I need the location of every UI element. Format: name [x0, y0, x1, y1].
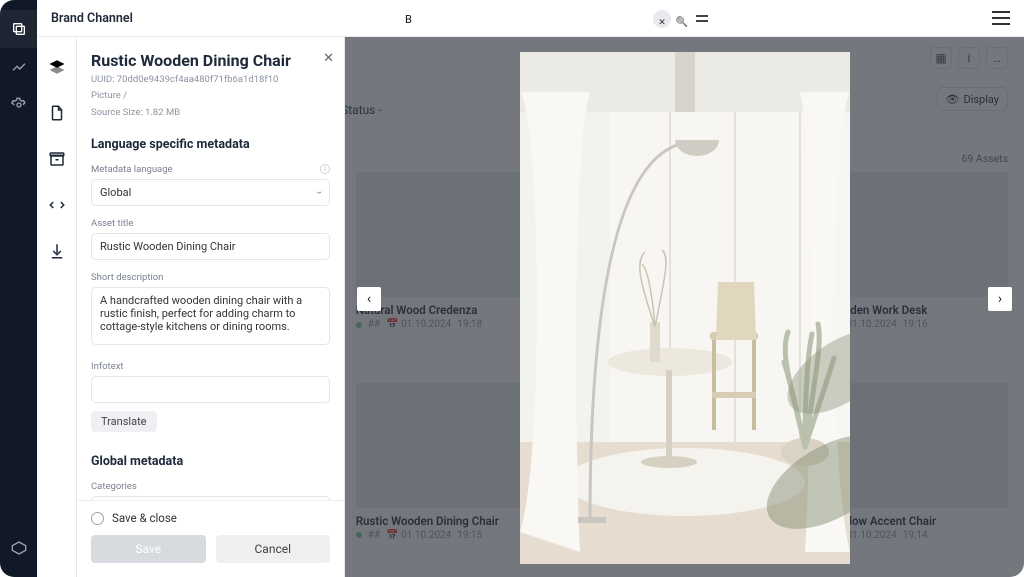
save-and-close-label: Save & close [112, 511, 177, 525]
tool-layers-icon[interactable] [37, 47, 77, 87]
metadata-panel: ✕ Rustic Wooden Dining Chair UUID: 70dd0… [77, 37, 345, 577]
chevron-down-icon [318, 186, 321, 199]
asset-title-input[interactable] [91, 233, 330, 260]
nav-library-icon[interactable] [0, 10, 37, 48]
search-submit-button[interactable] [673, 10, 691, 28]
save-and-close-radio[interactable] [91, 512, 104, 525]
brand-title: Brand Channel [51, 11, 133, 26]
label-infotext: Infotext [91, 361, 330, 372]
section-global-metadata: Global metadata [91, 454, 330, 469]
panel-close-button[interactable]: ✕ [323, 51, 334, 66]
tool-code-icon[interactable] [37, 185, 77, 225]
search-input[interactable] [403, 9, 651, 29]
tool-column [37, 37, 77, 577]
tool-archive-icon[interactable] [37, 139, 77, 179]
asset-size: Source Size: 1.82 MB [91, 106, 330, 119]
label-metadata-language: Metadata languagei [91, 164, 330, 175]
sliders-icon [696, 13, 708, 25]
label-asset-title: Asset title [91, 218, 330, 229]
save-button[interactable]: Save [91, 535, 206, 563]
label-short-description: Short description [91, 272, 330, 283]
label-categories: Categories [91, 481, 330, 492]
search-clear-button[interactable] [653, 10, 671, 28]
search-icon [676, 10, 688, 29]
tool-file-icon[interactable] [37, 93, 77, 133]
tool-download-icon[interactable] [37, 231, 77, 271]
search-filters-button[interactable] [693, 10, 711, 28]
menu-button[interactable] [992, 11, 1010, 25]
nav-analytics-icon[interactable] [0, 48, 37, 86]
metadata-language-select[interactable]: Global [91, 179, 330, 206]
preview-image [520, 52, 850, 564]
lightbox-prev-button[interactable]: ‹ [357, 287, 381, 311]
short-description-input[interactable] [91, 287, 330, 345]
lightbox-next-button[interactable]: › [988, 287, 1012, 311]
translate-button[interactable]: Translate [91, 411, 157, 432]
nav-rail [0, 0, 37, 577]
nav-help-icon[interactable] [0, 529, 37, 567]
infotext-input[interactable] [91, 376, 330, 403]
asset-title-heading: Rustic Wooden Dining Chair [91, 51, 330, 70]
topbar: Brand Channel [37, 0, 1024, 37]
asset-type: Picture / [91, 89, 330, 102]
asset-uuid: UUID: 70dd0e9439cf4aa480f71fb6a1d18f10 [91, 73, 330, 86]
lightbox-preview [520, 52, 850, 564]
nav-settings-icon[interactable] [0, 86, 37, 124]
info-icon[interactable]: i [320, 164, 330, 174]
section-language-metadata: Language specific metadata [91, 137, 330, 152]
cancel-button[interactable]: Cancel [216, 535, 331, 563]
close-icon [658, 10, 666, 29]
